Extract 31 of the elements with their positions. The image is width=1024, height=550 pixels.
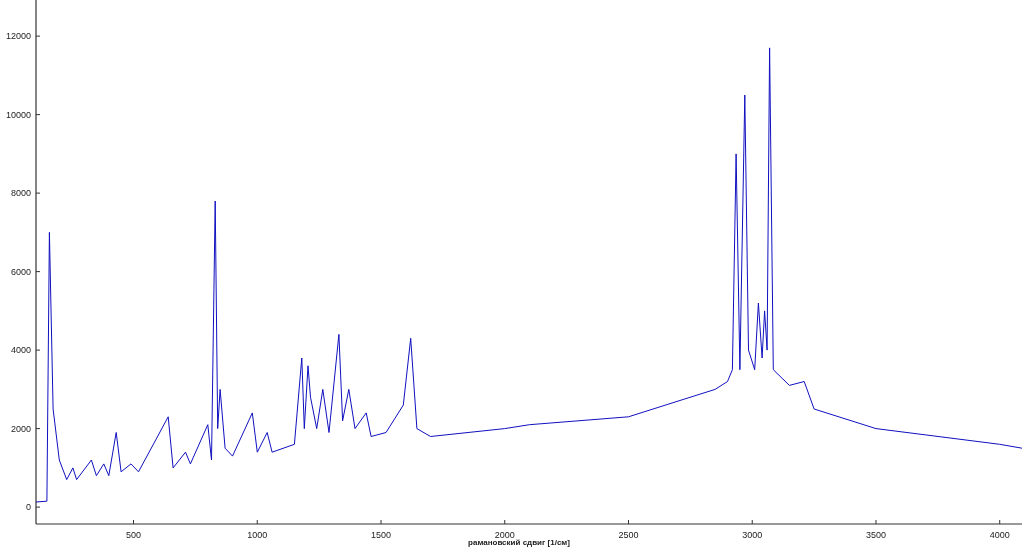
x-tick-label: 1500 [371,530,391,540]
y-tick-label: 4000 [10,345,31,356]
y-tick-label: 8000 [10,188,31,199]
x-tick-label: 3500 [865,530,886,540]
tick-mark [35,428,41,430]
tick-mark [35,114,41,116]
tick-mark [35,349,41,351]
y-tick-label: 0 [26,502,31,513]
x-tick-label: 2500 [618,530,639,540]
tick-mark [35,506,41,508]
x-tick-label: 1000 [247,530,268,540]
x-tick-label: 2000 [494,530,515,540]
y-tick-label: 2000 [10,423,31,434]
y-tick-label: 10000 [5,109,31,120]
x-tick-label: 4000 [989,530,1010,540]
x-tick-label: 3000 [742,530,763,540]
tick-mark [380,519,382,525]
tick-mark [999,519,1001,525]
tick-mark [35,192,41,194]
x-tick-label: 500 [126,530,142,540]
tick-mark [35,35,41,37]
tick-mark [628,519,629,525]
tick-mark [504,519,506,525]
x-axis-label: рамановский сдвиг [1/см] [468,538,570,547]
tick-mark [256,519,258,525]
y-tick-label: 6000 [10,266,31,277]
tick-mark [751,519,753,525]
tick-mark [35,271,41,273]
tick-mark [875,519,877,525]
y-tick-label: 12000 [5,31,31,42]
tick-mark [133,519,134,525]
